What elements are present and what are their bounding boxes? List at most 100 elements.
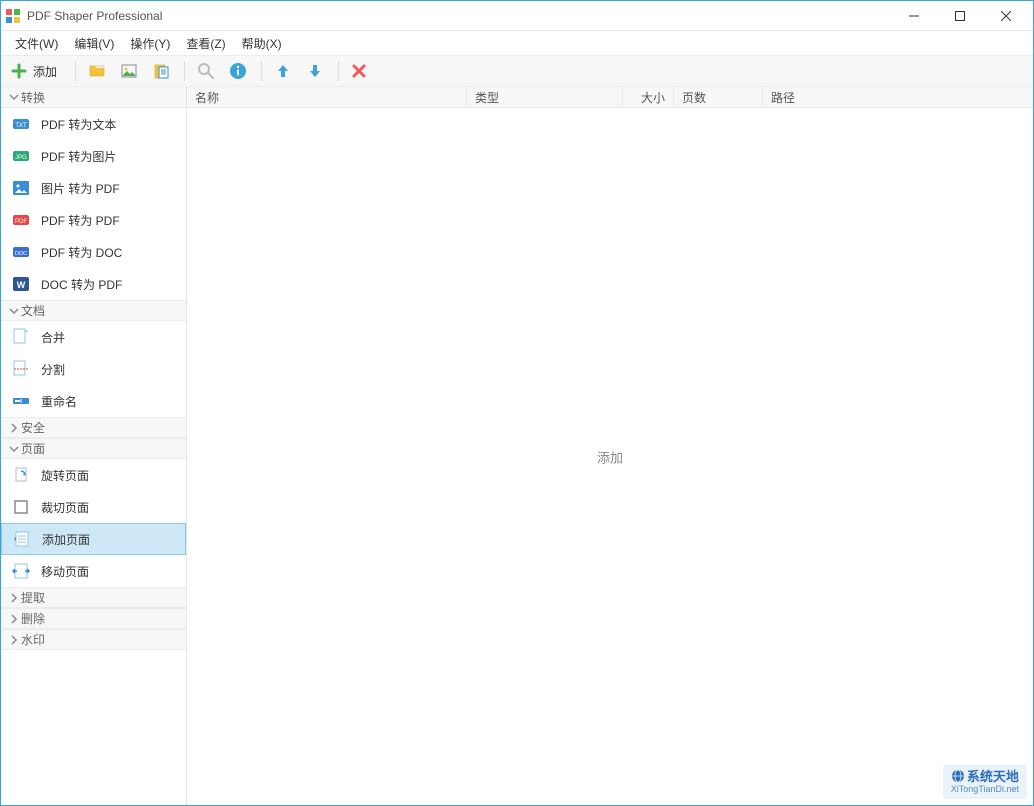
search-icon xyxy=(197,62,215,80)
add-page-icon xyxy=(12,529,32,549)
sidebar-item-pdf-to-doc[interactable]: DOC PDF 转为 DOC xyxy=(1,236,186,268)
image-file-icon xyxy=(11,178,31,198)
chevron-down-icon xyxy=(7,92,21,102)
folder-button[interactable] xyxy=(82,57,112,85)
globe-icon xyxy=(951,769,965,783)
info-icon xyxy=(229,62,247,80)
sidebar-item-add-page[interactable]: 添加页面 xyxy=(1,523,186,555)
sidebar-item-pdf-to-pdf[interactable]: PDF PDF 转为 PDF xyxy=(1,204,186,236)
sidebar-item-label: PDF 转为 PDF xyxy=(41,212,120,229)
image-icon xyxy=(120,62,138,80)
rename-icon xyxy=(11,391,31,411)
delete-icon xyxy=(351,63,367,79)
minimize-button[interactable] xyxy=(891,1,937,31)
sidebar-item-label: 重命名 xyxy=(41,393,77,410)
sidebar-item-label: 图片 转为 PDF xyxy=(41,180,120,197)
toolbar-separator xyxy=(75,61,76,81)
sidebar-item-doc-to-pdf[interactable]: W DOC 转为 PDF xyxy=(1,268,186,300)
section-label: 提取 xyxy=(21,589,45,606)
crop-icon xyxy=(11,497,31,517)
rotate-icon xyxy=(11,465,31,485)
list-body[interactable]: 添加 xyxy=(187,108,1033,805)
chevron-right-icon xyxy=(7,423,21,433)
pdf-icon: PDF xyxy=(11,210,31,230)
paste-button[interactable] xyxy=(146,57,176,85)
section-watermark-header[interactable]: 水印 xyxy=(1,629,186,650)
sidebar-item-rename[interactable]: 重命名 xyxy=(1,385,186,417)
column-name[interactable]: 名称 xyxy=(187,87,467,107)
sidebar-item-crop-page[interactable]: 裁切页面 xyxy=(1,491,186,523)
watermark-line1: 系统天地 xyxy=(967,769,1019,785)
move-page-icon xyxy=(11,561,31,581)
svg-text:TXT: TXT xyxy=(15,123,27,129)
section-document-header[interactable]: 文档 xyxy=(1,300,186,321)
info-button[interactable] xyxy=(223,57,253,85)
move-down-button[interactable] xyxy=(300,57,330,85)
sidebar-item-label: 移动页面 xyxy=(41,563,89,580)
txt-icon: TXT xyxy=(11,114,31,134)
sidebar-item-pdf-to-text[interactable]: TXT PDF 转为文本 xyxy=(1,108,186,140)
sidebar-item-rotate-page[interactable]: 旋转页面 xyxy=(1,459,186,491)
svg-text:PDF: PDF xyxy=(15,219,27,225)
folder-icon xyxy=(88,62,106,80)
watermark-line2: XiTongTianDi.net xyxy=(951,784,1019,795)
site-watermark: 系统天地 XiTongTianDi.net xyxy=(943,765,1027,799)
window-controls xyxy=(891,1,1029,31)
sidebar-item-label: 分割 xyxy=(41,361,65,378)
chevron-down-icon xyxy=(7,444,21,454)
sidebar-item-label: PDF 转为文本 xyxy=(41,116,116,133)
sidebar-item-split[interactable]: 分割 xyxy=(1,353,186,385)
chevron-down-icon xyxy=(7,306,21,316)
search-button[interactable] xyxy=(191,57,221,85)
column-type[interactable]: 类型 xyxy=(467,87,623,107)
chevron-right-icon xyxy=(7,614,21,624)
menu-view[interactable]: 查看(Z) xyxy=(178,32,233,55)
section-label: 页面 xyxy=(21,440,45,457)
column-path[interactable]: 路径 xyxy=(763,87,1033,107)
file-list-panel: 名称 类型 大小 页数 路径 添加 xyxy=(187,87,1033,805)
main-area: 转换 TXT PDF 转为文本 JPG PDF 转为图片 图片 转为 PDF P… xyxy=(1,87,1033,805)
sidebar-item-image-to-pdf[interactable]: 图片 转为 PDF xyxy=(1,172,186,204)
menu-action[interactable]: 操作(Y) xyxy=(122,32,178,55)
sidebar-item-merge[interactable]: 合并 xyxy=(1,321,186,353)
sidebar-item-move-page[interactable]: 移动页面 xyxy=(1,555,186,587)
window-title: PDF Shaper Professional xyxy=(27,9,162,23)
section-security-header[interactable]: 安全 xyxy=(1,417,186,438)
chevron-right-icon xyxy=(7,593,21,603)
section-delete-header[interactable]: 删除 xyxy=(1,608,186,629)
arrow-up-icon xyxy=(274,62,292,80)
close-button[interactable] xyxy=(983,1,1029,31)
word-icon: W xyxy=(11,274,31,294)
section-pages-header[interactable]: 页面 xyxy=(1,438,186,459)
chevron-right-icon xyxy=(7,635,21,645)
image-button[interactable] xyxy=(114,57,144,85)
move-up-button[interactable] xyxy=(268,57,298,85)
sidebar-item-label: PDF 转为 DOC xyxy=(41,244,122,261)
clipboard-icon xyxy=(152,62,170,80)
sidebar-item-label: 合并 xyxy=(41,329,65,346)
column-pages[interactable]: 页数 xyxy=(674,87,763,107)
toolbar: 添加 xyxy=(1,55,1033,87)
section-convert-header[interactable]: 转换 xyxy=(1,87,186,108)
svg-text:JPG: JPG xyxy=(15,155,27,161)
menubar: 文件(W) 编辑(V) 操作(Y) 查看(Z) 帮助(X) xyxy=(1,31,1033,55)
menu-help[interactable]: 帮助(X) xyxy=(234,32,290,55)
jpg-icon: JPG xyxy=(11,146,31,166)
section-label: 文档 xyxy=(21,302,45,319)
toolbar-separator xyxy=(338,61,339,81)
menu-edit[interactable]: 编辑(V) xyxy=(66,32,122,55)
sidebar-item-label: DOC 转为 PDF xyxy=(41,276,122,293)
add-button[interactable]: 添加 xyxy=(5,57,67,85)
list-header: 名称 类型 大小 页数 路径 xyxy=(187,87,1033,108)
column-size[interactable]: 大小 xyxy=(623,87,674,107)
add-label: 添加 xyxy=(33,63,57,80)
maximize-button[interactable] xyxy=(937,1,983,31)
sidebar-item-label: 裁切页面 xyxy=(41,499,89,516)
sidebar-item-pdf-to-image[interactable]: JPG PDF 转为图片 xyxy=(1,140,186,172)
menu-file[interactable]: 文件(W) xyxy=(7,32,66,55)
section-extract-header[interactable]: 提取 xyxy=(1,587,186,608)
svg-text:DOC: DOC xyxy=(15,251,27,257)
merge-icon xyxy=(11,327,31,347)
svg-text:W: W xyxy=(17,280,26,290)
delete-button[interactable] xyxy=(345,57,373,85)
